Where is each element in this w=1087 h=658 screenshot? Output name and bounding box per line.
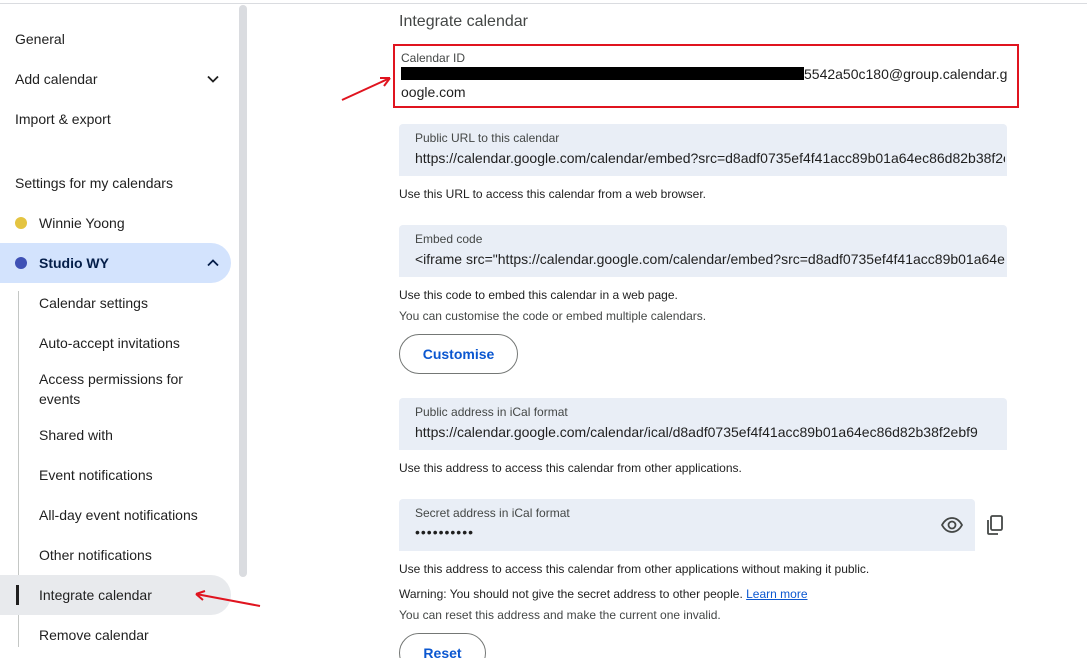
copy-icon[interactable]	[983, 513, 1007, 537]
calendar-name: Winnie Yoong	[39, 215, 125, 231]
chevron-down-icon[interactable]	[205, 71, 221, 87]
public-url-value[interactable]: https://calendar.google.com/calendar/emb…	[415, 150, 1005, 166]
learn-more-link[interactable]: Learn more	[746, 587, 807, 601]
page-title: Integrate calendar	[399, 13, 528, 30]
reset-help: You can reset this address and make the …	[399, 608, 721, 622]
embed-help-2: You can customise the code or embed mult…	[399, 309, 707, 323]
public-url-help: Use this URL to access this calendar fro…	[399, 187, 707, 201]
ical-public-field[interactable]: Public address in iCal format https://ca…	[399, 398, 1007, 450]
settings-sidebar: General Add calendar Import & export Set…	[0, 0, 240, 658]
embed-code-field[interactable]: Embed code <iframe src="https://calendar…	[399, 225, 1007, 277]
sidebar-item-auto-accept[interactable]: Auto-accept invitations	[39, 333, 219, 353]
sidebar-item-calendar-settings[interactable]: Calendar settings	[39, 293, 219, 313]
eye-icon[interactable]	[940, 513, 964, 537]
calendar-id-value-continued[interactable]: oogle.com	[401, 84, 466, 100]
annotation-arrow-icon	[341, 77, 391, 101]
sidebar-item-shared-with[interactable]: Shared with	[39, 425, 219, 445]
calendar-color-dot	[15, 217, 27, 229]
public-url-field[interactable]: Public URL to this calendar https://cale…	[399, 124, 1007, 176]
calendar-id-highlight-box: Calendar ID 5542a50c180@group.calendar.g…	[393, 44, 1019, 108]
redaction-bar	[401, 67, 804, 80]
sidebar-calendar-studio-wy[interactable]: Studio WY	[0, 243, 231, 283]
sidebar-item-access-permissions[interactable]: Access permissions for events	[39, 369, 209, 409]
ical-secret-label: Secret address in iCal format	[415, 506, 570, 520]
chevron-up-icon[interactable]	[205, 255, 221, 271]
sidebar-scrollbar[interactable]	[239, 5, 247, 577]
reset-button[interactable]: Reset	[399, 633, 486, 658]
embed-help-1: Use this code to embed this calendar in …	[399, 288, 678, 302]
ical-secret-help: Use this address to access this calendar…	[399, 562, 870, 576]
customise-button[interactable]: Customise	[399, 334, 518, 374]
sidebar-item-import-export[interactable]: Import & export	[15, 109, 111, 129]
annotation-arrow-icon	[195, 590, 261, 607]
calendar-id-label: Calendar ID	[401, 51, 466, 65]
calendar-id-value[interactable]: 5542a50c180@group.calendar.g	[401, 66, 1007, 82]
sidebar-calendar-winnie-yoong[interactable]: Winnie Yoong	[0, 203, 231, 243]
calendar-color-dot	[15, 257, 27, 269]
sidebar-item-add-calendar[interactable]: Add calendar	[15, 69, 98, 89]
ical-public-label: Public address in iCal format	[415, 405, 568, 419]
ical-public-value[interactable]: https://calendar.google.com/calendar/ica…	[415, 424, 1005, 440]
secret-warning: Warning: You should not give the secret …	[399, 587, 808, 601]
sidebar-section-title: Settings for my calendars	[15, 175, 173, 191]
ical-public-help: Use this address to access this calendar…	[399, 461, 742, 475]
public-url-label: Public URL to this calendar	[415, 131, 560, 145]
sidebar-item-all-day-notifications[interactable]: All-day event notifications	[39, 505, 219, 525]
sidebar-item-event-notifications[interactable]: Event notifications	[39, 465, 219, 485]
embed-code-label: Embed code	[415, 232, 483, 246]
sidebar-item-remove-calendar[interactable]: Remove calendar	[39, 625, 219, 645]
ical-secret-field[interactable]: Secret address in iCal format ••••••••••	[399, 499, 975, 551]
active-item-indicator	[16, 585, 19, 605]
sidebar-item-other-notifications[interactable]: Other notifications	[39, 545, 219, 565]
sidebar-item-general[interactable]: General	[15, 29, 65, 49]
embed-code-value[interactable]: <iframe src="https://calendar.google.com…	[415, 251, 1005, 267]
ical-secret-value[interactable]: ••••••••••	[415, 524, 474, 540]
calendar-name: Studio WY	[39, 255, 109, 271]
